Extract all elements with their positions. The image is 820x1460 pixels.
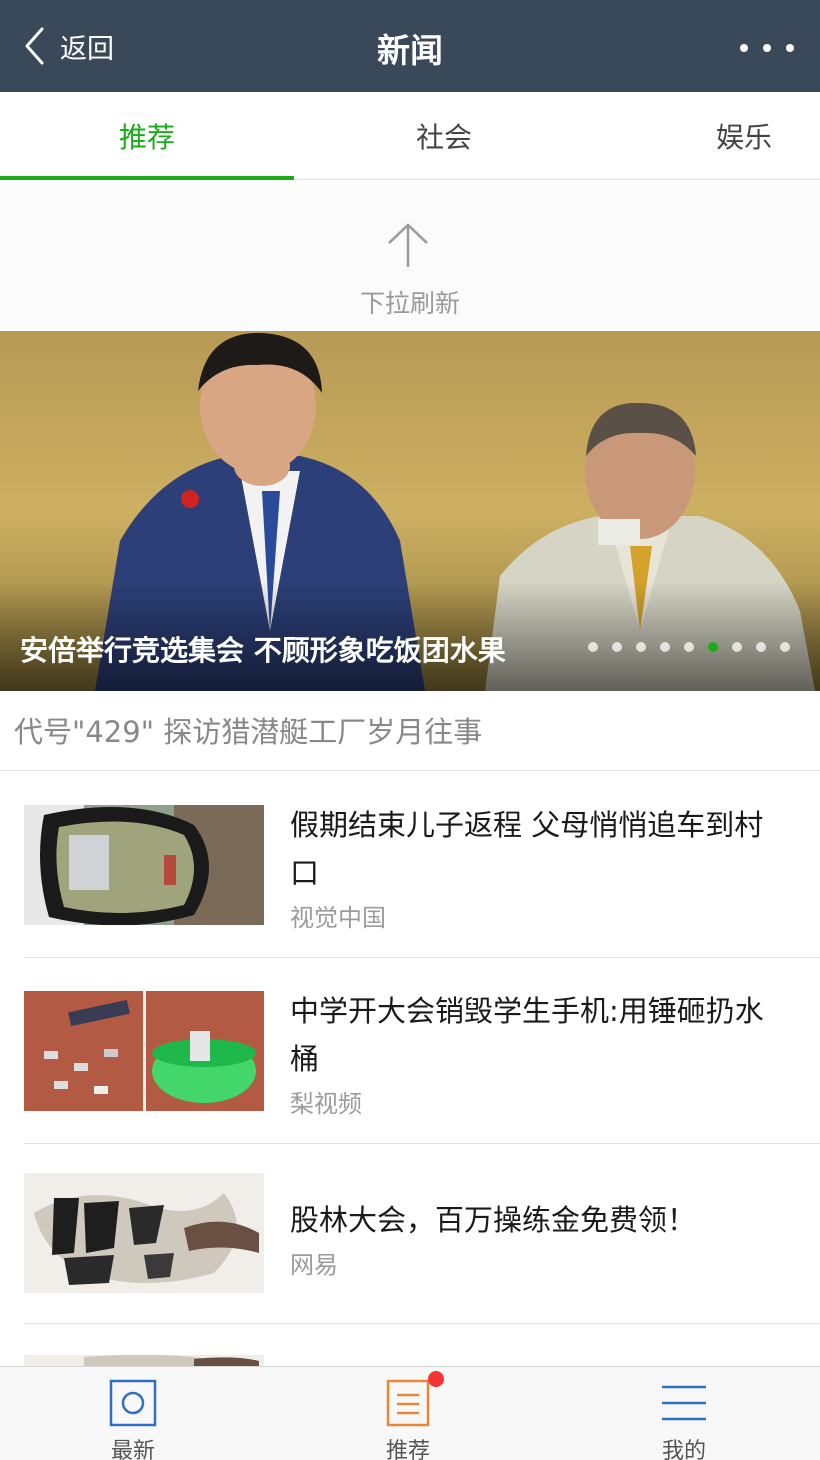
banner-dot[interactable] — [684, 642, 694, 652]
tabbar-label: 推荐 — [385, 1439, 430, 1460]
category-tabs: 推荐 社会 娱乐 — [0, 92, 820, 180]
document-icon — [386, 1379, 430, 1427]
tab-society[interactable]: 社会 — [294, 92, 594, 180]
news-thumbnail — [24, 1353, 264, 1366]
news-title: 假期结束儿子返程 父母悄悄追车到村口 — [290, 808, 764, 890]
more-options-button[interactable] — [740, 30, 794, 66]
banner-dot[interactable] — [612, 642, 622, 652]
chevron-left-icon — [25, 27, 44, 65]
tab-recommend[interactable]: 推荐 — [0, 92, 294, 180]
tabbar-label: 最新 — [110, 1439, 155, 1460]
banner-dot[interactable] — [732, 642, 742, 652]
bottom-tab-bar: 最新 推荐 我的 — [0, 1366, 820, 1460]
banner-dot[interactable] — [708, 642, 718, 652]
nav-bar: 返回 新闻 — [0, 0, 820, 92]
news-thumbnail — [24, 991, 264, 1111]
headline-banner[interactable]: 安倍举行竞选集会 不顾形象吃饭团水果 — [0, 331, 820, 691]
banner-dot[interactable] — [588, 642, 598, 652]
news-item[interactable]: 假期结束儿子返程 父母悄悄追车到村口 视觉中国 — [0, 772, 820, 958]
sub-headline-link[interactable]: 代号"429" 探访猎潜艇工厂岁月往事 — [0, 691, 820, 771]
tab-entertainment[interactable]: 娱乐 — [594, 92, 820, 180]
more-dot-icon — [786, 44, 794, 52]
banner-pagination — [588, 642, 804, 652]
arrow-up-icon — [388, 223, 428, 267]
banner-dot[interactable] — [780, 642, 790, 652]
news-item-partial[interactable] — [0, 1324, 820, 1366]
banner-dot[interactable] — [636, 642, 646, 652]
news-item[interactable]: 股林大会，百万操练金免费领！ 网易 — [0, 1144, 820, 1324]
news-source: 网易 — [290, 1251, 338, 1279]
banner-dot[interactable] — [660, 642, 670, 652]
news-source: 视觉中国 — [290, 904, 386, 932]
banner-dot[interactable] — [756, 642, 766, 652]
tabbar-label: 我的 — [661, 1439, 706, 1460]
menu-lines-icon — [662, 1385, 706, 1421]
sub-headline-text: 代号"429" 探访猎潜艇工厂岁月往事 — [14, 715, 483, 749]
square-circle-icon — [109, 1379, 157, 1427]
news-title: 股林大会，百万操练金免费领！ — [290, 1203, 697, 1237]
tabbar-item-recommend[interactable]: 推荐 — [348, 1367, 468, 1460]
banner-caption: 安倍举行竞选集会 不顾形象吃饭团水果 — [20, 634, 506, 667]
news-source: 梨视频 — [290, 1090, 362, 1118]
pull-refresh-area: 下拉刷新 — [0, 181, 820, 331]
news-title: 中学开大会销毁学生手机:用锤砸扔水桶 — [290, 994, 764, 1076]
tabbar-item-mine[interactable]: 我的 — [624, 1367, 744, 1460]
notification-badge — [428, 1371, 444, 1387]
news-thumbnail — [24, 805, 264, 925]
active-tab-indicator — [0, 176, 294, 180]
more-dot-icon — [763, 44, 771, 52]
news-item[interactable]: 中学开大会销毁学生手机:用锤砸扔水桶 梨视频 — [0, 958, 820, 1144]
back-label: 返回 — [60, 33, 114, 65]
more-dot-icon — [740, 44, 748, 52]
news-thumbnail — [24, 1173, 264, 1293]
tabbar-item-latest[interactable]: 最新 — [73, 1367, 193, 1460]
page-title: 新闻 — [377, 31, 443, 70]
pull-refresh-text: 下拉刷新 — [359, 289, 460, 318]
back-button[interactable]: 返回 — [22, 22, 114, 70]
